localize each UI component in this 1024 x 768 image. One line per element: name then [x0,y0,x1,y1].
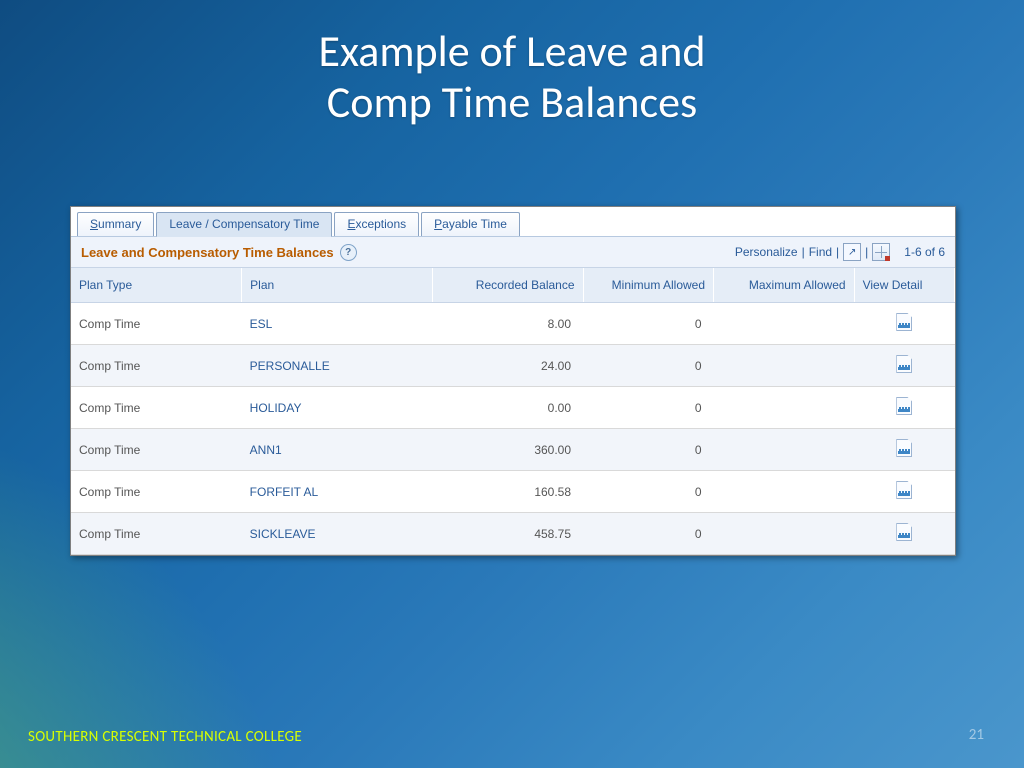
section-title: Leave and Compensatory Time Balances [81,245,334,260]
cell-plan-link[interactable]: PERSONALLE [242,345,433,387]
table-row: Comp TimeANN1360.000 [71,429,955,471]
tab-bar: SummaryLeave / Compensatory TimeExceptio… [71,207,955,237]
cell-view-detail[interactable] [854,345,954,387]
balances-table: Plan Type Plan Recorded Balance Minimum … [71,268,955,555]
find-link[interactable]: Find [809,245,832,259]
cell-recorded: 24.00 [432,345,583,387]
cell-min: 0 [583,387,714,429]
separator: | [836,245,839,259]
col-view-detail[interactable]: View Detail [854,268,954,303]
view-detail-icon[interactable] [896,313,912,331]
title-line-2: Comp Time Balances [327,75,697,129]
cell-recorded: 0.00 [432,387,583,429]
col-min[interactable]: Minimum Allowed [583,268,714,303]
separator: | [802,245,805,259]
section-title-wrap: Leave and Compensatory Time Balances ? [81,244,357,261]
cell-min: 0 [583,429,714,471]
table-row: Comp TimeFORFEIT AL160.580 [71,471,955,513]
grid-actions: Personalize | Find | | 1-6 of 6 [735,243,945,261]
tab-1[interactable]: Leave / Compensatory Time [156,212,332,237]
cell-max [714,387,855,429]
tab-0[interactable]: Summary [77,212,154,236]
personalize-link[interactable]: Personalize [735,245,798,259]
table-row: Comp TimeSICKLEAVE458.750 [71,513,955,555]
cell-plan-type: Comp Time [71,513,242,555]
cell-plan-link[interactable]: SICKLEAVE [242,513,433,555]
cell-plan-link[interactable]: ANN1 [242,429,433,471]
cell-view-detail[interactable] [854,387,954,429]
slide: Example of Leave and Comp Time Balances … [0,0,1024,768]
cell-plan-link[interactable]: ESL [242,303,433,345]
cell-recorded: 458.75 [432,513,583,555]
cell-max [714,429,855,471]
cell-recorded: 8.00 [432,303,583,345]
cell-min: 0 [583,471,714,513]
cell-view-detail[interactable] [854,471,954,513]
cell-plan-link[interactable]: HOLIDAY [242,387,433,429]
grid-toolbar: Leave and Compensatory Time Balances ? P… [71,237,955,268]
table-row: Comp TimePERSONALLE24.000 [71,345,955,387]
cell-recorded: 360.00 [432,429,583,471]
tab-2[interactable]: Exceptions [334,212,419,236]
cell-max [714,303,855,345]
table-row: Comp TimeHOLIDAY0.000 [71,387,955,429]
separator: | [865,245,868,259]
cell-plan-type: Comp Time [71,345,242,387]
page-number: 21 [969,726,984,744]
table-header-row: Plan Type Plan Recorded Balance Minimum … [71,268,955,303]
cell-recorded: 160.58 [432,471,583,513]
cell-view-detail[interactable] [854,303,954,345]
view-detail-icon[interactable] [896,355,912,373]
cell-max [714,345,855,387]
cell-plan-type: Comp Time [71,471,242,513]
cell-plan-type: Comp Time [71,303,242,345]
view-detail-icon[interactable] [896,439,912,457]
view-detail-icon[interactable] [896,397,912,415]
view-detail-icon[interactable] [896,523,912,541]
help-icon[interactable]: ? [340,244,357,261]
cell-plan-type: Comp Time [71,387,242,429]
row-range: 1-6 of 6 [904,245,945,259]
col-plan-type[interactable]: Plan Type [71,268,242,303]
cell-plan-type: Comp Time [71,429,242,471]
app-panel: SummaryLeave / Compensatory TimeExceptio… [70,206,956,556]
title-line-1: Example of Leave and [319,24,706,78]
cell-plan-link[interactable]: FORFEIT AL [242,471,433,513]
download-grid-icon[interactable] [872,243,890,261]
col-plan[interactable]: Plan [242,268,433,303]
footer-org: SOUTHERN CRESCENT TECHNICAL COLLEGE [28,728,302,746]
slide-title: Example of Leave and Comp Time Balances [0,26,1024,127]
tab-3[interactable]: Payable Time [421,212,520,236]
zoom-icon[interactable] [843,243,861,261]
cell-max [714,471,855,513]
cell-max [714,513,855,555]
cell-min: 0 [583,303,714,345]
table-row: Comp TimeESL8.000 [71,303,955,345]
col-max[interactable]: Maximum Allowed [714,268,855,303]
view-detail-icon[interactable] [896,481,912,499]
cell-view-detail[interactable] [854,429,954,471]
cell-min: 0 [583,513,714,555]
col-recorded[interactable]: Recorded Balance [432,268,583,303]
cell-min: 0 [583,345,714,387]
cell-view-detail[interactable] [854,513,954,555]
